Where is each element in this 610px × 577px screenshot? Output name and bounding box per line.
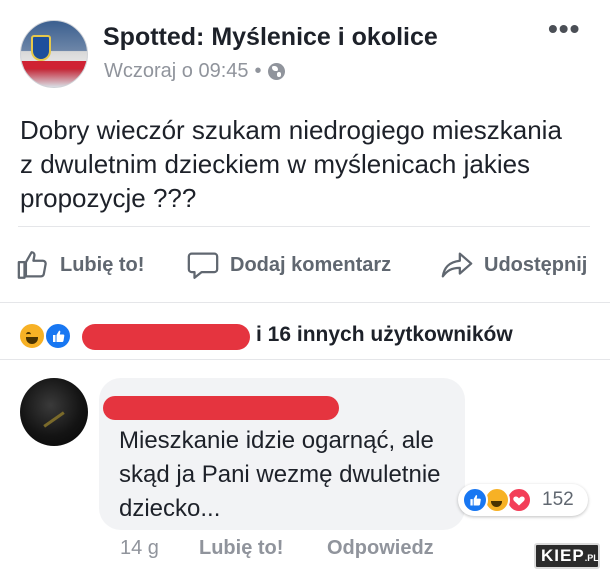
like-button-label: Lubię to! [60, 253, 145, 276]
divider [0, 359, 610, 360]
like-button[interactable]: Lubię to! [16, 240, 144, 290]
share-button-label: Udostępnij [484, 253, 588, 276]
post-meta: Wczoraj o 09:45 • [104, 60, 285, 83]
comment-button-label: Dodaj komentarz [230, 253, 392, 276]
comment-timestamp[interactable]: 14 g [120, 537, 159, 560]
divider [0, 302, 610, 303]
comment-like-link[interactable]: Lubię to! [199, 537, 283, 560]
reactions-others-text: i 16 innych użytkowników [256, 323, 513, 346]
post-text: Dobry wieczór szukam niedrogiego mieszka… [20, 115, 562, 213]
like-icon [44, 322, 72, 350]
post-action-bar: Lubię to! Dodaj komentarz Udostępnij [0, 240, 610, 290]
coat-of-arms-icon [31, 35, 51, 61]
comment-reactions[interactable]: 152 [458, 484, 588, 516]
redacted-names [82, 324, 250, 350]
avatar-stripe [21, 61, 87, 69]
divider [18, 226, 590, 227]
watermark-suffix: .PL [584, 553, 599, 563]
speech-bubble-icon [187, 252, 219, 279]
thumbs-up-icon [17, 251, 47, 279]
site-watermark: KIEP.PL [534, 543, 600, 569]
reactions-summary[interactable]: i 16 innych użytkowników [18, 318, 598, 354]
redacted-commenter-name [103, 396, 339, 420]
avatar-detail [43, 411, 65, 428]
post-header: Spotted: Myślenice i okolice Wczoraj o 0… [20, 15, 590, 90]
page-name-link[interactable]: Spotted: Myślenice i okolice [103, 23, 438, 52]
meta-separator: • [254, 60, 262, 82]
watermark-text: KIEP [541, 546, 585, 565]
haha-icon [18, 322, 46, 350]
more-options-icon[interactable]: ••• [548, 15, 580, 43]
comment-reply-link[interactable]: Odpowiedz [327, 537, 434, 560]
comment-reaction-count: 152 [542, 489, 574, 510]
globe-icon [267, 63, 285, 80]
like-icon [462, 487, 488, 513]
commenter-avatar[interactable] [20, 378, 88, 446]
post-timestamp[interactable]: Wczoraj o 09:45 [104, 60, 249, 83]
share-button[interactable]: Udostępnij [440, 240, 587, 290]
comment-bubble: Mieszkanie idzie ogarnąć, ale skąd ja Pa… [99, 378, 465, 530]
share-arrow-icon [441, 252, 473, 278]
comment-text: Mieszkanie idzie ogarnąć, ale skąd ja Pa… [119, 427, 441, 522]
comment-button[interactable]: Dodaj komentarz [186, 240, 391, 290]
page-avatar[interactable] [20, 20, 88, 88]
